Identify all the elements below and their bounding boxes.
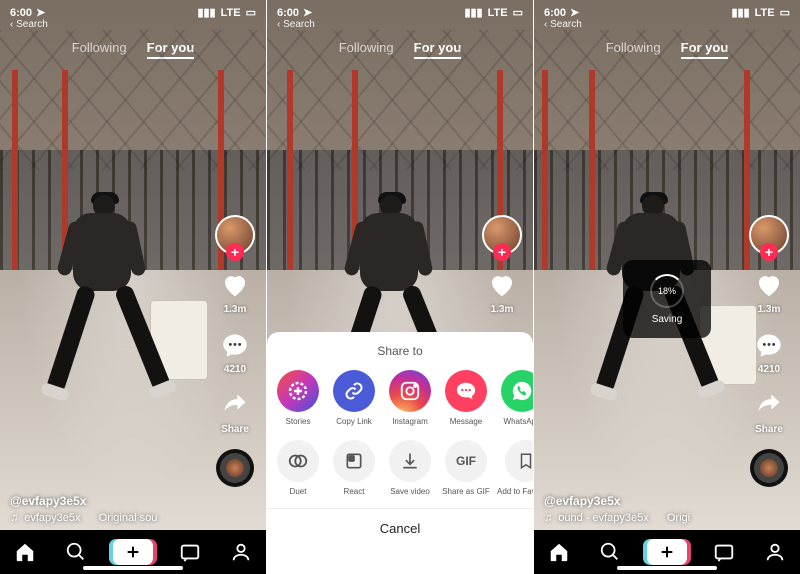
nav-create[interactable] — [647, 539, 687, 565]
sound-marquee[interactable]: ♫ound - evfapy3e5x Origi — [544, 512, 690, 524]
follow-plus-icon[interactable]: + — [760, 243, 778, 261]
video-meta: @evfapy3e5x ♫evfapy3e5x Original sou — [10, 494, 157, 524]
back-search[interactable]: ‹ Search — [534, 19, 800, 30]
like-button[interactable]: 1.3m — [486, 269, 518, 315]
follow-plus-icon[interactable]: + — [226, 243, 244, 261]
share-whatsapp[interactable]: WhatsApp — [497, 370, 533, 426]
like-button[interactable]: 1.3m — [219, 269, 251, 315]
comment-icon — [219, 329, 251, 361]
username[interactable]: @evfapy3e5x — [10, 494, 157, 508]
heart-icon — [219, 269, 251, 301]
share-button[interactable]: Share — [219, 389, 251, 435]
share-actions-row[interactable]: DuetReactSave videoGIFShare as GIFAdd to… — [267, 440, 533, 496]
tab-following[interactable]: Following — [606, 40, 661, 59]
back-search[interactable]: ‹ Search — [267, 19, 533, 30]
nav-discover[interactable] — [63, 539, 89, 565]
action-save-video[interactable]: Save video — [385, 440, 435, 496]
share-icon — [219, 389, 251, 421]
saving-label: Saving — [652, 314, 683, 325]
action-rail: + 1.3m 4210 Share — [212, 215, 258, 487]
share-icon — [753, 389, 785, 421]
sound-disc[interactable] — [750, 449, 788, 487]
action-add-to-favorites[interactable]: Add to Favorites — [497, 440, 533, 496]
sound-marquee[interactable]: ♫evfapy3e5x Original sou — [10, 512, 157, 524]
nav-inbox[interactable] — [711, 539, 737, 565]
share-instagram[interactable]: Instagram — [385, 370, 435, 426]
tab-following[interactable]: Following — [339, 40, 394, 59]
back-search[interactable]: ‹ Search — [0, 19, 266, 30]
nav-profile[interactable] — [762, 539, 788, 565]
screen-feed: 6:00➤ ▮▮▮LTE▭ ‹ Search Following For you… — [0, 0, 266, 574]
share-message[interactable]: Message — [441, 370, 491, 426]
action-rail: + 1.3m 4210 Share — [746, 215, 792, 487]
home-indicator — [83, 566, 183, 570]
music-icon: ♫ — [544, 512, 552, 524]
nav-home[interactable] — [12, 539, 38, 565]
share-cancel[interactable]: Cancel — [267, 508, 533, 566]
share-title: Share to — [267, 344, 533, 358]
nav-discover[interactable] — [597, 539, 623, 565]
screen-saving: 6:00➤ ▮▮▮LTE▭ ‹ Search FollowingFor you … — [534, 0, 800, 574]
tab-following[interactable]: Following — [72, 40, 127, 59]
share-apps-row[interactable]: StoriesCopy LinkInstagramMessageWhatsApp… — [267, 370, 533, 426]
video-subject — [55, 195, 150, 420]
heart-icon — [753, 269, 785, 301]
share-button[interactable]: Share — [753, 389, 785, 435]
nav-home[interactable] — [546, 539, 572, 565]
screen-share-sheet: 6:00➤ ▮▮▮LTE▭ ‹ Search FollowingFor you … — [267, 0, 533, 574]
share-copy-link[interactable]: Copy Link — [329, 370, 379, 426]
home-indicator — [617, 566, 717, 570]
action-duet[interactable]: Duet — [273, 440, 323, 496]
author-avatar[interactable]: + — [482, 215, 522, 255]
like-button[interactable]: 1.3m — [753, 269, 785, 315]
username[interactable]: @evfapy3e5x — [544, 494, 690, 508]
nav-profile[interactable] — [228, 539, 254, 565]
action-share-as-gif[interactable]: GIFShare as GIF — [441, 440, 491, 496]
comment-button[interactable]: 4210 — [219, 329, 251, 375]
share-stories[interactable]: Stories — [273, 370, 323, 426]
comment-button[interactable]: 4210 — [753, 329, 785, 375]
music-icon: ♫ — [10, 512, 18, 524]
saving-overlay: 18% Saving — [623, 260, 711, 338]
sound-disc[interactable] — [216, 449, 254, 487]
video-meta: @evfapy3e5x ♫ound - evfapy3e5x Origi — [544, 494, 690, 524]
author-avatar[interactable]: + — [749, 215, 789, 255]
action-react[interactable]: React — [329, 440, 379, 496]
progress-spinner: 18% — [650, 274, 684, 308]
action-rail: + 1.3m — [479, 215, 525, 315]
comment-icon — [753, 329, 785, 361]
nav-inbox[interactable] — [177, 539, 203, 565]
heart-icon — [486, 269, 518, 301]
follow-plus-icon[interactable]: + — [493, 243, 511, 261]
nav-create[interactable] — [113, 539, 153, 565]
author-avatar[interactable]: + — [215, 215, 255, 255]
share-sheet: Share to StoriesCopy LinkInstagramMessag… — [267, 332, 533, 574]
